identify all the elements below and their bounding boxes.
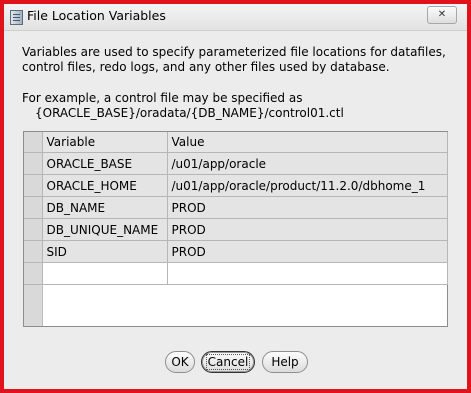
new-value-cell[interactable] — [167, 262, 448, 285]
value-cell[interactable]: PROD — [167, 218, 448, 241]
row-header[interactable] — [24, 240, 43, 263]
cancel-button-label: Cancel — [205, 354, 251, 370]
value-cell[interactable]: /u01/app/oracle — [167, 152, 448, 175]
description-line-2: control files, redo logs, and any other … — [22, 60, 390, 74]
value-cell[interactable]: PROD — [167, 196, 448, 219]
window-title: File Location Variables — [27, 8, 166, 23]
variable-cell[interactable]: SID — [42, 240, 168, 263]
title-bar[interactable]: File Location Variables ✕ — [4, 4, 467, 31]
row-header[interactable] — [24, 196, 43, 219]
variable-cell[interactable]: DB_NAME — [42, 196, 168, 219]
button-bar: OK Cancel Help — [4, 351, 467, 375]
table-row[interactable]: DB_UNIQUE_NAME PROD — [24, 218, 448, 241]
row-header[interactable] — [24, 174, 43, 197]
row-header[interactable] — [24, 218, 43, 241]
close-button[interactable]: ✕ — [427, 6, 457, 24]
corner-header — [24, 132, 43, 153]
dialog-content: Variables are used to specify parameteri… — [4, 31, 467, 389]
column-header-variable[interactable]: Variable — [42, 132, 168, 153]
row-header[interactable] — [24, 152, 43, 175]
example-path: {ORACLE_BASE}/oradata/{DB_NAME}/control0… — [35, 106, 344, 120]
new-variable-cell[interactable] — [42, 262, 168, 285]
variable-cell[interactable]: ORACLE_BASE — [42, 152, 168, 175]
ok-button[interactable]: OK — [165, 351, 195, 373]
row-header[interactable] — [24, 262, 43, 285]
example-intro: For example, a control file may be speci… — [22, 91, 303, 105]
table-row[interactable]: DB_NAME PROD — [24, 196, 448, 219]
variable-cell[interactable]: ORACLE_HOME — [42, 174, 168, 197]
value-cell[interactable]: /u01/app/oracle/product/11.2.0/dbhome_1 — [167, 174, 448, 197]
table-row[interactable]: ORACLE_HOME /u01/app/oracle/product/11.2… — [24, 174, 448, 197]
variable-cell[interactable]: DB_UNIQUE_NAME — [42, 218, 168, 241]
database-file-icon — [10, 10, 23, 25]
description-text: Variables are used to specify parameteri… — [22, 45, 446, 75]
variables-table: Variable Value ORACLE_BASE /u01/app/orac… — [23, 131, 448, 327]
file-location-variables-dialog: File Location Variables ✕ Variables are … — [0, 0, 471, 393]
table-row[interactable]: ORACLE_BASE /u01/app/oracle — [24, 152, 448, 175]
description-line-1: Variables are used to specify parameteri… — [22, 45, 446, 59]
help-button[interactable]: Help — [262, 351, 308, 373]
cancel-button[interactable]: Cancel — [201, 351, 255, 373]
column-header-value[interactable]: Value — [167, 132, 448, 153]
table-header-row: Variable Value — [24, 132, 448, 153]
table-row[interactable]: SID PROD — [24, 240, 448, 263]
empty-row[interactable] — [24, 262, 448, 285]
value-cell[interactable]: PROD — [167, 240, 448, 263]
